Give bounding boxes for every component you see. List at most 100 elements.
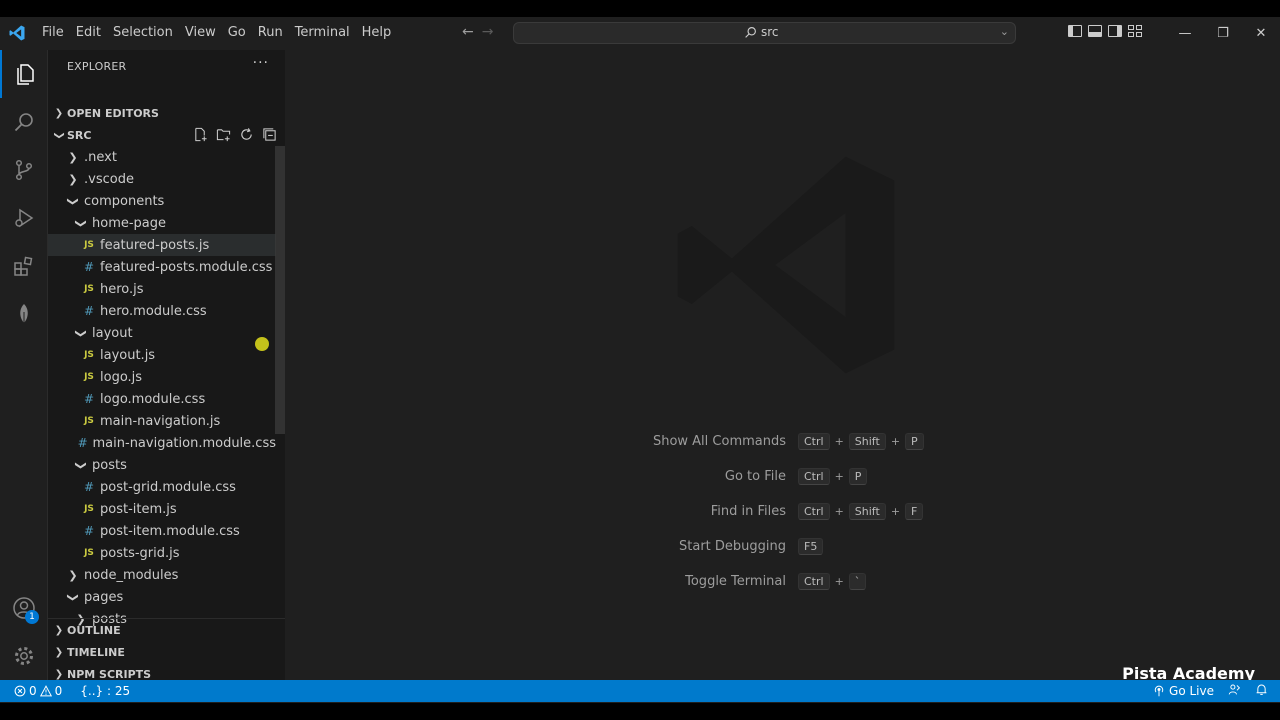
tree-file[interactable]: # featured-posts.module.css <box>48 256 276 278</box>
tree-file[interactable]: JS main-navigation.js <box>48 410 276 432</box>
tree-item-label: post-item.module.css <box>100 523 240 539</box>
status-right: Go Live <box>1153 680 1268 702</box>
menu-terminal[interactable]: Terminal <box>289 17 356 49</box>
gear-icon <box>14 647 33 665</box>
menu-help[interactable]: Help <box>356 17 398 49</box>
chevron-down-icon: ❯ <box>66 196 80 206</box>
restore-icon[interactable]: ❐ <box>1204 17 1242 49</box>
shortcut-label: Start Debugging <box>679 539 786 554</box>
vscode-logo-icon <box>9 25 25 41</box>
tree-file[interactable]: JS layout.js <box>48 344 276 366</box>
back-arrow-icon[interactable]: ← <box>462 24 474 40</box>
shortcut-keys: Ctrl + P <box>798 468 868 485</box>
run-debug-icon <box>14 208 33 228</box>
tree-file[interactable]: # post-grid.module.css <box>48 476 276 498</box>
css-file-icon: # <box>83 392 95 406</box>
tree-folder[interactable]: ❯ posts <box>48 454 276 476</box>
tree-item-label: post-grid.module.css <box>100 479 236 495</box>
tree-item-label: home-page <box>92 215 167 231</box>
toggle-panel-icon[interactable] <box>1088 25 1102 37</box>
tree-file[interactable]: JS post-item.js <box>48 498 276 520</box>
tree-file[interactable]: JS hero.js <box>48 278 276 300</box>
problems-status[interactable]: 0 0 <box>14 684 62 698</box>
tree-file[interactable]: JS featured-posts.js <box>48 234 276 256</box>
command-center-content: src <box>744 25 779 39</box>
tree-folder[interactable]: ❯ home-page <box>48 212 276 234</box>
javascript-file-icon: JS <box>84 284 94 294</box>
run-debug-activity[interactable] <box>0 194 47 242</box>
shortcut-row: Start Debugging F5 <box>286 535 1280 559</box>
keycap: P <box>905 433 924 450</box>
tree-file[interactable]: # hero.module.css <box>48 300 276 322</box>
open-editors-section[interactable]: ❯ OPEN EDITORS <box>48 102 285 124</box>
keycap: Ctrl <box>798 433 830 450</box>
refresh-icon[interactable] <box>239 127 254 142</box>
minimize-icon[interactable]: — <box>1166 17 1204 49</box>
tree-file[interactable]: JS logo.js <box>48 366 276 388</box>
mongodb-activity[interactable] <box>0 290 47 338</box>
collapse-all-icon[interactable] <box>262 127 277 142</box>
timeline-section[interactable]: ❯ TIMELINE <box>48 641 285 663</box>
close-icon[interactable]: ✕ <box>1242 17 1280 49</box>
tree-item-label: layout.js <box>100 347 156 363</box>
command-center[interactable]: src ⌄ <box>513 22 1016 44</box>
javascript-file-icon: JS <box>84 416 94 426</box>
tree-folder[interactable]: ❯ pages <box>48 586 276 608</box>
tree-folder[interactable]: ❯ components <box>48 190 276 212</box>
tree-file[interactable]: JS posts-grid.js <box>48 542 276 564</box>
accounts-activity[interactable]: 1 <box>0 584 47 632</box>
javascript-file-icon: JS <box>84 240 94 250</box>
extensions-icon <box>13 256 32 276</box>
manage-activity[interactable] <box>0 632 47 680</box>
shortcut-keys: Ctrl + Shift + F <box>798 503 924 520</box>
new-file-icon[interactable] <box>193 127 208 142</box>
tree-file[interactable]: # main-navigation.module.css <box>48 432 276 454</box>
plus-separator: + <box>834 575 844 588</box>
tree-item-label: node_modules <box>84 567 179 583</box>
navigation-arrows: ← → <box>462 24 493 40</box>
customize-layout-icon[interactable] <box>1128 25 1142 37</box>
menu-go[interactable]: Go <box>222 17 252 49</box>
source-control-activity[interactable] <box>0 146 47 194</box>
css-file-icon: # <box>83 480 95 494</box>
extensions-activity[interactable] <box>0 242 47 290</box>
explorer-activity[interactable] <box>0 50 47 98</box>
search-activity[interactable] <box>0 98 47 146</box>
explorer-scrollbar[interactable] <box>275 146 285 434</box>
tree-file[interactable]: # logo.module.css <box>48 388 276 410</box>
new-folder-icon[interactable] <box>216 127 231 142</box>
warning-icon <box>39 685 52 697</box>
editor-area: Show All Commands Ctrl + Shift + P Go to File C… <box>286 50 1280 683</box>
tree-folder[interactable]: ❯ node_modules <box>48 564 276 586</box>
tree-folder[interactable]: ❯ layout <box>48 322 276 344</box>
chevron-down-icon[interactable]: ⌄ <box>1000 25 1009 38</box>
shortcut-keys: Ctrl + Shift + P <box>798 433 924 450</box>
tree-folder[interactable]: ❯ .next <box>48 146 276 168</box>
toggle-primary-sidebar-icon[interactable] <box>1068 25 1082 37</box>
search-icon <box>745 26 756 38</box>
bell-icon[interactable] <box>1255 683 1268 699</box>
src-actions <box>193 127 277 142</box>
shortcut-keys: F5 <box>798 538 824 555</box>
cursor-position[interactable]: {..} : 25 <box>80 684 130 698</box>
tree-item-label: logo.js <box>100 369 143 385</box>
go-live-button[interactable]: Go Live <box>1153 684 1214 698</box>
tree-file[interactable]: # post-item.module.css <box>48 520 276 542</box>
menu-run[interactable]: Run <box>252 17 289 49</box>
vscode-watermark-icon <box>677 156 895 374</box>
tree-item-label: featured-posts.module.css <box>100 259 273 275</box>
vscode-window: File Edit Selection View Go Run Terminal… <box>0 17 1280 703</box>
forward-arrow-icon[interactable]: → <box>482 24 494 40</box>
more-actions-icon[interactable]: ··· <box>253 55 269 71</box>
menu-selection[interactable]: Selection <box>107 17 179 49</box>
shortcut-label: Show All Commands <box>652 434 786 449</box>
css-file-icon: # <box>77 436 88 450</box>
outline-section[interactable]: ❯ OUTLINE <box>48 619 285 641</box>
menu-view[interactable]: View <box>179 17 222 49</box>
tree-folder[interactable]: ❯ .vscode <box>48 168 276 190</box>
toggle-secondary-sidebar-icon[interactable] <box>1108 25 1122 37</box>
menu-edit[interactable]: Edit <box>70 17 107 49</box>
menu-file[interactable]: File <box>36 17 70 49</box>
src-section[interactable]: ❯ SRC <box>48 124 285 146</box>
feedback-icon[interactable] <box>1228 683 1241 699</box>
